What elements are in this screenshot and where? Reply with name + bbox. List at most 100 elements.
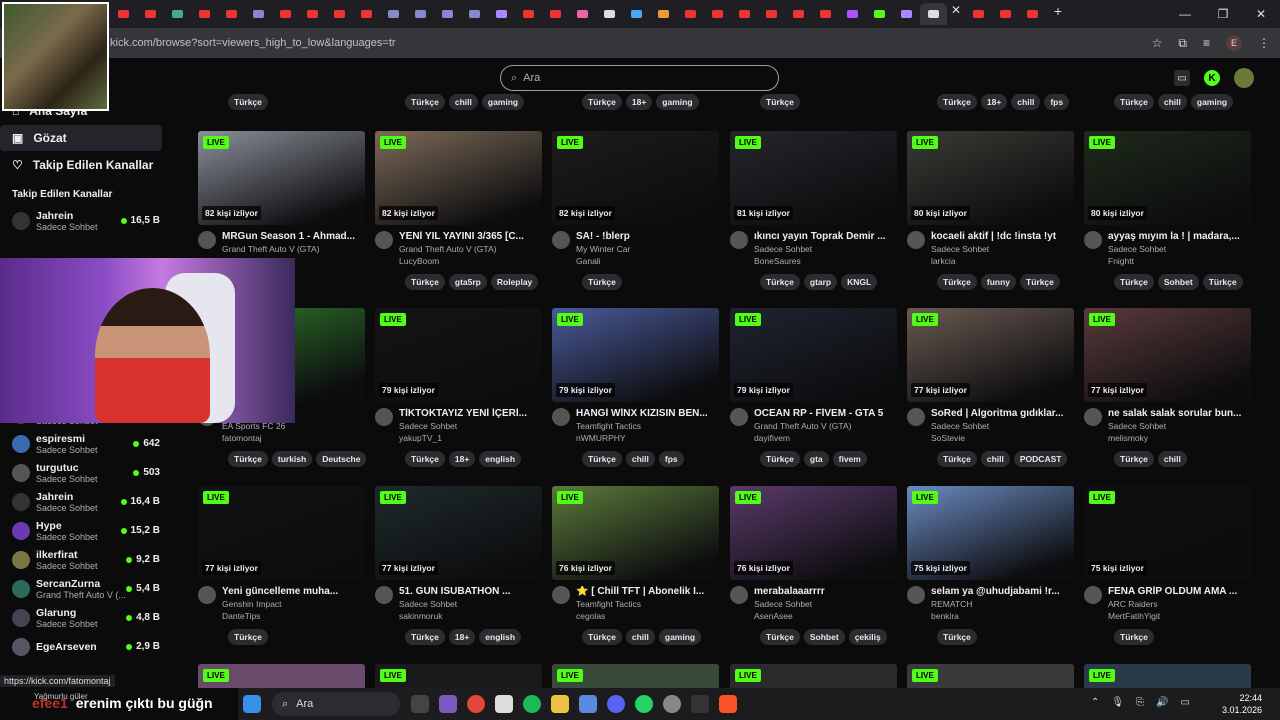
followed-channel[interactable]: espiresmi Sadece Sohbet 642 [0, 429, 172, 458]
tag-chip[interactable]: Türkçe [228, 451, 268, 467]
browser-tab[interactable] [1019, 3, 1046, 25]
tag-chip[interactable]: fps [1044, 94, 1070, 110]
stream-category[interactable]: Genshin Impact [222, 599, 362, 609]
taskbar-search[interactable]: ⌕ Ara [272, 692, 400, 716]
volume-icon[interactable]: 🔊 [1156, 697, 1168, 708]
menu-kebab-icon[interactable]: ⋮ [1258, 36, 1270, 50]
stream-thumbnail[interactable]: LIVE 76 kişi izliyor [552, 486, 719, 580]
stream-category[interactable]: REMATCH [931, 599, 1071, 609]
stream-thumbnail[interactable]: LIVE [552, 664, 719, 688]
browser-tab[interactable] [785, 3, 812, 25]
stream-title[interactable]: ne salak salak sorular bun... [1108, 408, 1248, 419]
streamer-name[interactable]: dayifivem [754, 433, 894, 443]
streamer-name[interactable]: benkira [931, 611, 1071, 621]
tag-chip[interactable]: Türkçe [228, 629, 268, 645]
stream-title[interactable]: TİKTOKTAYIZ YENİ İÇERİ... [399, 408, 539, 419]
stream-title[interactable]: ıkıncı yayın Toprak Demir ... [754, 231, 894, 242]
streamer-avatar[interactable] [552, 231, 570, 249]
stream-title[interactable]: selam ya @uhudjabami !r... [931, 586, 1071, 597]
stream-title[interactable]: ayyaş mıyım la ! | madara,... [1108, 231, 1248, 242]
browser-tab[interactable] [434, 3, 461, 25]
tag-chip[interactable]: KNGL [841, 274, 878, 290]
tag-chip[interactable]: Türkçe [937, 451, 977, 467]
tag-chip[interactable]: Türkçe [228, 94, 268, 110]
stream-category[interactable]: Sadece Sohbet [931, 421, 1071, 431]
stream-thumbnail[interactable]: LIVE 75 kişi izliyor [1084, 486, 1251, 580]
streamer-avatar[interactable] [907, 586, 925, 604]
followed-channel[interactable]: Hype Sadece Sohbet 15,2 B [0, 516, 172, 545]
stream-title[interactable]: merabalaaarrrr [754, 586, 894, 597]
browser-tab[interactable] [164, 3, 191, 25]
stream-title[interactable]: FENA GRİP OLDUM AMA ... [1108, 586, 1248, 597]
stream-thumbnail[interactable]: LIVE 82 kişi izliyor [198, 131, 365, 225]
stream-card[interactable]: LIVE 79 kişi izliyor OCEAN RP - FİVEM - GT… [730, 308, 897, 467]
stream-category[interactable]: Sadece Sohbet [399, 421, 539, 431]
streamer-name[interactable]: yakupTV_1 [399, 433, 539, 443]
browser-tab[interactable] [299, 3, 326, 25]
tag-chip[interactable]: Roleplay [490, 274, 539, 290]
stream-thumbnail[interactable]: LIVE 77 kişi izliyor [375, 486, 542, 580]
streamer-name[interactable]: SoStevie [931, 433, 1071, 443]
browser-tab[interactable] [992, 3, 1019, 25]
tag-chip[interactable]: Türkçe [405, 451, 445, 467]
tab-close-icon[interactable]: ✕ [947, 3, 965, 25]
streamer-avatar[interactable] [730, 408, 748, 426]
stream-card[interactable]: LIVE 76 kişi izliyor merabalaaarrrr Sadece … [730, 486, 897, 645]
streamer-avatar[interactable] [198, 586, 216, 604]
tag-chip[interactable]: gaming [656, 94, 699, 110]
browser-tab[interactable] [866, 3, 893, 25]
tag-chip[interactable]: gaming [658, 629, 702, 645]
tag-chip[interactable]: Deutsche [316, 451, 367, 467]
browser-tab[interactable] [596, 3, 623, 25]
whatsapp-icon[interactable] [635, 695, 653, 713]
tag-chip[interactable]: Türkçe [582, 629, 622, 645]
stream-category[interactable]: Sadece Sohbet [754, 599, 894, 609]
tag-chip[interactable]: gaming [1190, 94, 1234, 110]
browser-tab[interactable] [461, 3, 488, 25]
stream-thumbnail[interactable]: LIVE [730, 664, 897, 688]
tag-chip[interactable]: gta [803, 451, 829, 467]
tag-chip[interactable]: fivem [832, 451, 867, 467]
reading-list-icon[interactable]: ≡ [1203, 36, 1210, 50]
browser-tab[interactable] [812, 3, 839, 25]
streamer-avatar[interactable] [375, 408, 393, 426]
tag-chip[interactable]: Türkçe [1114, 94, 1154, 110]
stream-card[interactable]: LIVE 75 kişi izliyor selam ya @uhudjabami … [907, 486, 1074, 645]
browser-tab[interactable] [380, 3, 407, 25]
stream-thumbnail[interactable]: LIVE 77 kişi izliyor [1084, 308, 1251, 402]
stream-category[interactable]: Sadece Sohbet [1108, 421, 1248, 431]
streamer-avatar[interactable] [730, 231, 748, 249]
stream-thumbnail[interactable]: LIVE 76 kişi izliyor [730, 486, 897, 580]
tag-chip[interactable]: english [479, 451, 522, 467]
streamer-avatar[interactable] [1084, 231, 1102, 249]
stream-category[interactable]: Grand Theft Auto V (GTA) [399, 244, 539, 254]
stream-card[interactable]: LIVE 82 kişi izliyor SA! - !blerp My Winter… [552, 131, 719, 290]
tag-chip[interactable]: 18+ [980, 94, 1008, 110]
streamer-name[interactable]: BoneSaures [754, 256, 894, 266]
stream-card[interactable]: LIVE 76 kişi izliyor ⭐ [ Chill TFT | Abone… [552, 486, 719, 645]
tag-chip[interactable]: Türkçe [760, 629, 800, 645]
theater-mode-icon[interactable]: ▭ [1174, 70, 1190, 86]
followed-channel[interactable]: Jahrein Sadece Sohbet 16,5 B [0, 206, 172, 235]
tag-chip[interactable]: gtarp [803, 274, 838, 290]
tag-chip[interactable]: Türkçe [760, 274, 800, 290]
browser-tab[interactable] [920, 3, 947, 25]
stream-title[interactable]: ⭐ [ Chill TFT | Abonelik I... [576, 586, 716, 597]
store-icon[interactable] [495, 695, 513, 713]
stream-title[interactable]: SoRed | Algoritma gıdıklar... [931, 408, 1071, 419]
bookmark-star-icon[interactable]: ☆ [1152, 36, 1163, 50]
copilot-icon[interactable] [439, 695, 457, 713]
stream-card[interactable]: LIVE 79 kişi izliyor HANGİ WİNX KIZISIN BE… [552, 308, 719, 467]
stream-thumbnail[interactable]: LIVE [198, 664, 365, 688]
stream-thumbnail[interactable]: LIVE 77 kişi izliyor [198, 486, 365, 580]
stream-category[interactable]: Teamfight Tactics [576, 599, 716, 609]
stream-thumbnail[interactable]: LIVE 82 kişi izliyor [552, 131, 719, 225]
browser-tab[interactable] [326, 3, 353, 25]
browser-tab[interactable] [515, 3, 542, 25]
stream-title[interactable]: YENİ YIL YAYINI 3/365 [C... [399, 231, 539, 242]
spotify-icon[interactable] [523, 695, 541, 713]
streamer-name[interactable]: cegolas [576, 611, 716, 621]
stream-card[interactable]: LIVE 80 kişi izliyor kocaeli aktif | !dc !… [907, 131, 1074, 290]
browser-tab[interactable] [488, 3, 515, 25]
tag-chip[interactable]: chill [625, 451, 655, 467]
